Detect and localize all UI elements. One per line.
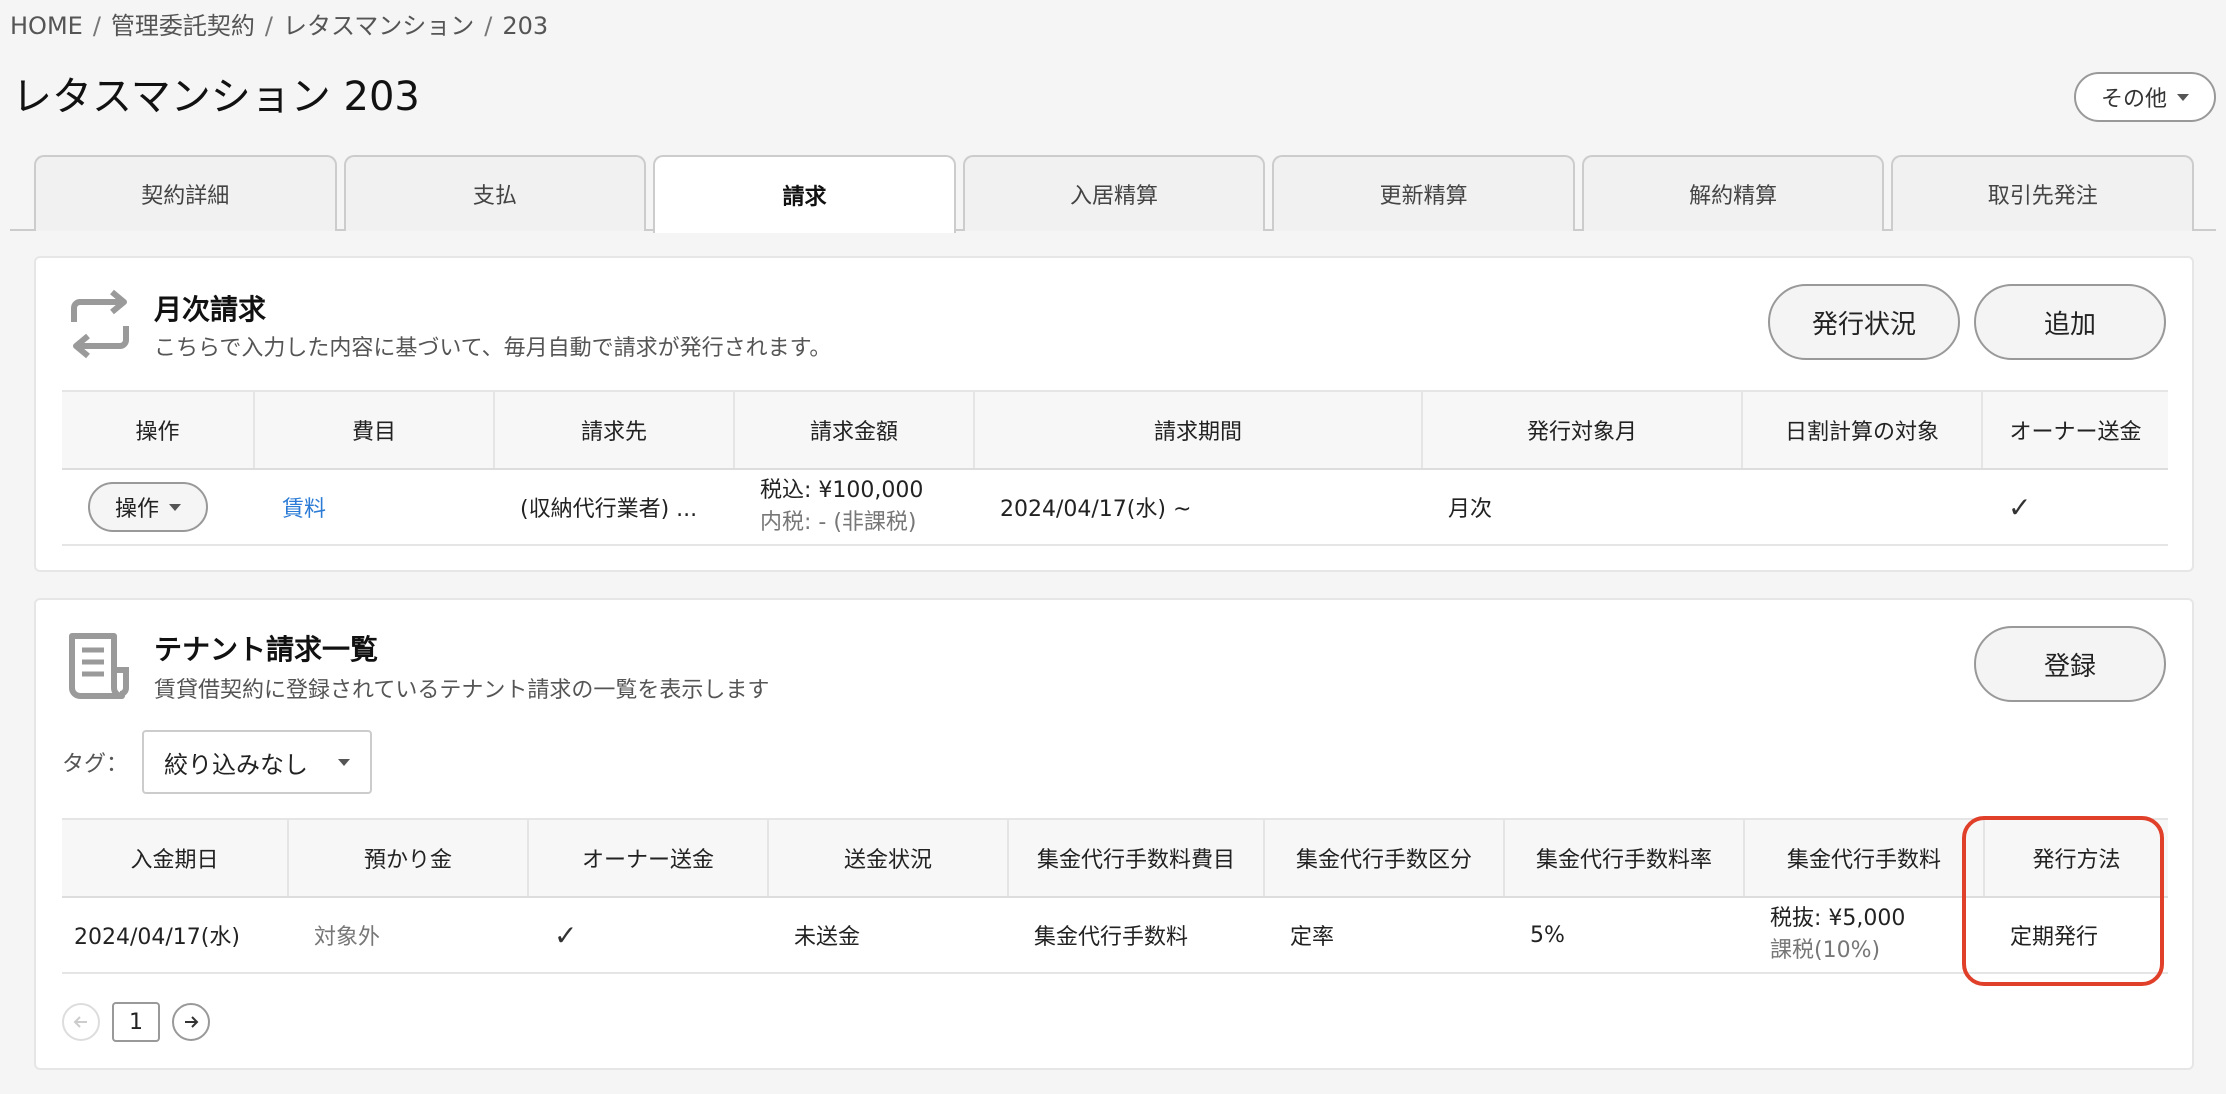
row-action-button[interactable]: 操作 (88, 482, 208, 532)
prev-page-button[interactable] (62, 1003, 100, 1041)
column-header: 集金代行手数区分 (1264, 818, 1505, 898)
column-header: 送金状況 (768, 818, 1009, 898)
column-header: 入金期日 (62, 818, 289, 898)
column-header: 集金代行手数料率 (1504, 818, 1745, 898)
page-title: レタスマンション 203 (12, 74, 420, 120)
monthly-billing-card: 月次請求 こちらで入力した内容に基づいて、毎月自動で請求が発行されます。 発行状… (34, 256, 2194, 572)
column-header: 請求金額 (734, 390, 975, 470)
item-link[interactable]: 賃料 (282, 497, 326, 522)
fee-main: 税抜: ¥5,000 (1770, 906, 1906, 931)
column-header: 日割計算の対象 (1742, 390, 1983, 470)
column-header: 集金代行手数料費目 (1008, 818, 1265, 898)
item-cell: 賃料 (254, 469, 494, 546)
monthly-billing-description: こちらで入力した内容に基づいて、毎月自動で請求が発行されます。 (154, 336, 832, 361)
fee-type-cell: 定率 (1264, 897, 1504, 974)
page-number[interactable]: 1 (112, 1002, 160, 1042)
more-button-label: その他 (2100, 87, 2167, 112)
column-header: 集金代行手数料 (1744, 818, 1985, 898)
table-row: 2024/04/17(水) 対象外 ✓ 未送金 集金代行手数料 定率 5% 税抜… (62, 897, 2168, 974)
monthly-billing-title: 月次請求 (154, 293, 267, 326)
table-row: 操作 賃料 (収納代行業者) ... 税込: ¥100,000 内税: - (非… (62, 469, 2168, 546)
column-header: オーナー送金 (1982, 390, 2168, 470)
deposit-cell: 対象外 (288, 897, 528, 974)
monthly-billing-table: 操作 費目 請求先 請求金額 請求期間 発行対象月 日割計算の対象 オーナー送金… (62, 390, 2168, 546)
breadcrumb-room: 203 (502, 12, 549, 40)
table-header-row: 入金期日 預かり金 オーナー送金 送金状況 集金代行手数料費目 集金代行手数区分… (62, 818, 2168, 898)
breadcrumb-management-contract[interactable]: 管理委託契約 (111, 12, 255, 40)
repeat-icon (71, 289, 129, 359)
caret-down-icon (169, 503, 181, 511)
tag-filter-value: 絞り込みなし (164, 750, 308, 779)
check-icon: ✓ (2008, 490, 2032, 524)
amount-cell: 税込: ¥100,000 内税: - (非課税) (734, 469, 974, 546)
tab-renewal-settlement[interactable]: 更新精算 (1272, 155, 1575, 231)
document-icon (69, 633, 129, 699)
owner-remit-cell: ✓ (1982, 469, 2168, 546)
amount-main: 税込: ¥100,000 (760, 478, 924, 503)
fee-item-cell: 集金代行手数料 (1008, 897, 1264, 974)
breadcrumb: HOME / 管理委託契約 / レタスマンション / 203 (10, 6, 548, 41)
remit-status-cell: 未送金 (768, 897, 1008, 974)
issue-method-cell: 定期発行 (1984, 897, 2168, 974)
tag-filter-label: タグ： (62, 752, 129, 777)
arrow-left-icon (73, 1016, 87, 1028)
tenant-billing-description: 賃貸借契約に登録されているテナント請求の一覧を表示します (154, 678, 770, 703)
fee-sub: 課税(10%) (1770, 938, 1881, 963)
tab-bar: 契約詳細 支払 請求 入居精算 更新精算 解約精算 取引先発注 (34, 155, 2195, 233)
column-header: 請求期間 (974, 390, 1423, 470)
pagination: 1 (62, 1002, 210, 1042)
billing-to-cell: (収納代行業者) ... (494, 469, 734, 546)
owner-remit-cell: ✓ (528, 897, 768, 974)
more-button[interactable]: その他 (2074, 72, 2216, 122)
tab-payment[interactable]: 支払 (343, 155, 647, 231)
tag-filter-select[interactable]: 絞り込みなし (142, 730, 372, 794)
caret-down-icon (338, 758, 350, 766)
register-button[interactable]: 登録 (1974, 626, 2166, 702)
tab-move-in-settlement[interactable]: 入居精算 (962, 155, 1266, 231)
breadcrumb-separator: / (484, 12, 493, 40)
target-month-cell: 月次 (1422, 469, 1742, 546)
caret-down-icon (2177, 93, 2189, 101)
action-cell: 操作 (62, 469, 254, 546)
breadcrumb-home[interactable]: HOME (10, 12, 83, 40)
add-button[interactable]: 追加 (1974, 284, 2166, 360)
due-date-cell: 2024/04/17(水) (62, 897, 288, 974)
breadcrumb-separator: / (264, 12, 273, 40)
tenant-billing-card: テナント請求一覧 賃貸借契約に登録されているテナント請求の一覧を表示します 登録… (34, 598, 2194, 1070)
tab-cancellation-settlement[interactable]: 解約精算 (1581, 155, 1885, 231)
period-cell: 2024/04/17(水) ~ (974, 469, 1422, 546)
column-header: 操作 (62, 390, 255, 470)
column-header: 預かり金 (288, 818, 529, 898)
next-page-button[interactable] (172, 1003, 210, 1041)
breadcrumb-separator: / (92, 12, 101, 40)
table-header-row: 操作 費目 請求先 請求金額 請求期間 発行対象月 日割計算の対象 オーナー送金 (62, 390, 2168, 470)
arrow-right-icon (185, 1016, 199, 1028)
row-action-label: 操作 (114, 497, 159, 522)
tab-contract-details[interactable]: 契約詳細 (34, 155, 337, 231)
tenant-billing-title: テナント請求一覧 (154, 633, 379, 666)
column-header: 発行方法 (1984, 818, 2168, 898)
tab-vendor-order[interactable]: 取引先発注 (1891, 155, 2195, 231)
check-icon: ✓ (554, 918, 578, 952)
tab-billing[interactable]: 請求 (653, 155, 956, 233)
prorated-cell (1742, 469, 1982, 546)
amount-sub: 内税: - (非課税) (760, 510, 917, 535)
fee-amount-cell: 税抜: ¥5,000 課税(10%) (1744, 897, 1984, 974)
tenant-billing-table: 入金期日 預かり金 オーナー送金 送金状況 集金代行手数料費目 集金代行手数区分… (62, 818, 2168, 974)
fee-rate-cell: 5% (1504, 897, 1744, 974)
breadcrumb-building[interactable]: レタスマンション (283, 12, 474, 40)
issue-status-button[interactable]: 発行状況 (1768, 284, 1960, 360)
column-header: 費目 (254, 390, 495, 470)
column-header: 発行対象月 (1422, 390, 1743, 470)
column-header: 請求先 (494, 390, 735, 470)
column-header: オーナー送金 (528, 818, 769, 898)
